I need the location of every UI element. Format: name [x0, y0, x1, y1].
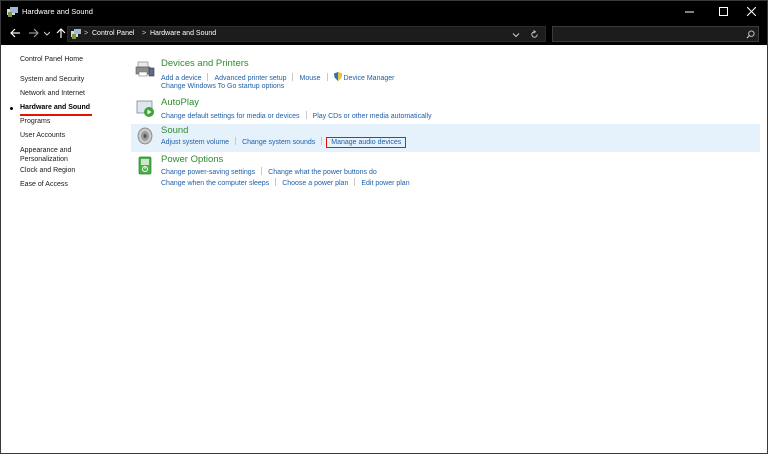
minimize-icon: [685, 11, 694, 13]
link-divider: [305, 111, 307, 119]
window-title: Hardware and Sound: [22, 7, 93, 16]
devices-links-row-2: Change Windows To Go startup options: [161, 83, 284, 90]
section-devices-and-printers: Devices and Printers Add a device Advance…: [131, 57, 760, 95]
choose-a-power-plan-link[interactable]: Choose a power plan: [282, 180, 348, 187]
breadcrumb-separator: >: [142, 30, 147, 37]
selected-bullet: [10, 107, 13, 110]
link-divider: [321, 137, 323, 145]
address-bar[interactable]: > Control Panel > Hardware and Sound: [67, 26, 546, 42]
search-input[interactable]: [552, 26, 759, 42]
annotation-underline: [20, 114, 92, 116]
left-navigation-pane: Control Panel Home System and Security N…: [1, 45, 119, 445]
adjust-system-volume-link[interactable]: Adjust system volume: [161, 139, 229, 146]
sidebar-item-programs[interactable]: Programs: [20, 118, 50, 125]
section-sound: Sound Adjust system volume Change system …: [131, 124, 760, 152]
add-a-device-link[interactable]: Add a device: [161, 75, 201, 82]
section-power-options: Power Options Change power-saving settin…: [131, 153, 760, 189]
sidebar-item-appearance-and-personalization[interactable]: Appearance and Personalization: [20, 146, 71, 164]
change-default-settings-link[interactable]: Change default settings for media or dev…: [161, 113, 300, 120]
device-manager-link[interactable]: Device Manager: [344, 75, 395, 82]
chevron-down-icon[interactable]: [512, 31, 520, 39]
back-arrow-icon[interactable]: [9, 27, 21, 39]
power-links-row: Change power-saving settings Change what …: [161, 167, 377, 176]
devices-links-row: Add a device Advanced printer setup Mouse D…: [161, 72, 394, 82]
link-divider: [292, 73, 294, 81]
close-icon: [746, 6, 757, 17]
link-divider: [275, 178, 277, 186]
sidebar-item-hardware-and-sound[interactable]: Hardware and Sound: [20, 104, 90, 111]
maximize-icon: [719, 7, 728, 16]
control-panel-icon: [71, 29, 81, 39]
heading-autoplay[interactable]: AutoPlay: [161, 97, 199, 108]
advanced-printer-setup-link[interactable]: Advanced printer setup: [214, 75, 286, 82]
minimize-button[interactable]: [673, 1, 706, 23]
link-divider: [235, 137, 237, 145]
change-power-buttons-link[interactable]: Change what the power buttons do: [268, 169, 377, 176]
change-windows-to-go-startup-options-link[interactable]: Change Windows To Go startup options: [161, 83, 284, 90]
heading-power-options[interactable]: Power Options: [161, 154, 223, 165]
uac-shield-icon: [333, 72, 342, 81]
autoplay-icon: [136, 100, 154, 117]
sidebar-item-control-panel-home[interactable]: Control Panel Home: [20, 56, 83, 63]
heading-sound[interactable]: Sound: [161, 125, 188, 136]
speaker-icon: [137, 127, 153, 145]
recent-locations-chevron-icon[interactable]: [44, 28, 50, 40]
autoplay-links-row: Change default settings for media or dev…: [161, 111, 432, 120]
link-divider: [354, 178, 356, 186]
control-panel-window: Hardware and Sound > Control Panel > Har…: [0, 0, 768, 454]
edit-power-plan-link[interactable]: Edit power plan: [361, 180, 409, 187]
search-icon: [746, 30, 755, 39]
mouse-link[interactable]: Mouse: [299, 75, 320, 82]
title-bar: Hardware and Sound: [1, 1, 767, 23]
power-links-row-2: Change when the computer sleeps Choose a …: [161, 178, 410, 187]
manage-audio-devices-link[interactable]: Manage audio devices: [326, 137, 407, 148]
printer-icon: [135, 61, 155, 77]
link-divider: [207, 73, 209, 81]
link-divider: [326, 73, 328, 81]
change-system-sounds-link[interactable]: Change system sounds: [242, 139, 315, 146]
sound-links-row: Adjust system volume Change system sounds…: [161, 137, 407, 148]
heading-devices-and-printers[interactable]: Devices and Printers: [161, 58, 249, 69]
breadcrumb-hardware-and-sound[interactable]: Hardware and Sound: [150, 30, 216, 37]
sidebar-item-network-and-internet[interactable]: Network and Internet: [20, 90, 85, 97]
sidebar-item-ease-of-access[interactable]: Ease of Access: [20, 181, 68, 188]
sidebar-item-system-and-security[interactable]: System and Security: [20, 76, 84, 83]
link-divider: [261, 167, 263, 175]
sidebar-item-user-accounts[interactable]: User Accounts: [20, 132, 65, 139]
breadcrumb-control-panel[interactable]: Control Panel: [92, 30, 134, 37]
breadcrumb-separator: >: [84, 30, 89, 37]
section-autoplay: AutoPlay Change default settings for med…: [131, 96, 760, 123]
change-when-computer-sleeps-link[interactable]: Change when the computer sleeps: [161, 180, 269, 187]
forward-arrow-icon[interactable]: [28, 27, 40, 39]
refresh-icon[interactable]: [530, 30, 539, 39]
control-panel-icon: [7, 7, 18, 17]
play-cds-automatically-link[interactable]: Play CDs or other media automatically: [313, 113, 432, 120]
up-arrow-icon[interactable]: [55, 27, 67, 39]
close-button[interactable]: [735, 1, 768, 23]
change-power-saving-settings-link[interactable]: Change power-saving settings: [161, 169, 255, 176]
navigation-bar: > Control Panel > Hardware and Sound: [1, 23, 767, 45]
sidebar-item-clock-and-region[interactable]: Clock and Region: [20, 167, 75, 174]
power-options-icon: [138, 156, 152, 175]
